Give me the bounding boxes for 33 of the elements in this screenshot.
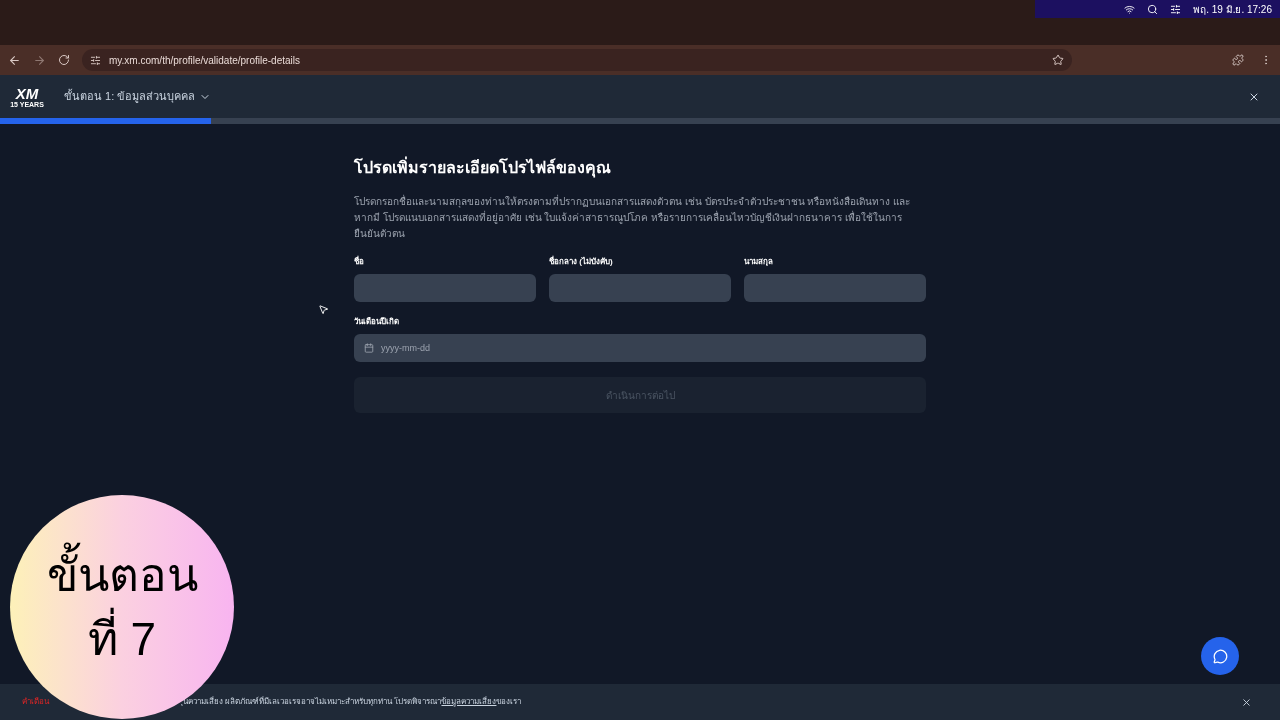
forward-icon[interactable] — [33, 53, 46, 67]
back-icon[interactable] — [8, 53, 21, 67]
risk-warning-text: ของเรา — [496, 697, 522, 706]
chat-icon — [1212, 648, 1228, 664]
field-label: วันเดือนปีเกิด — [354, 316, 400, 328]
chat-button[interactable] — [1201, 637, 1239, 675]
control-center-icon[interactable] — [1170, 3, 1182, 15]
date-field[interactable]: yyyy-mm-dd — [354, 334, 926, 362]
risk-info-link[interactable]: ข้อมูลความเสี่ยง — [441, 696, 497, 708]
reload-icon[interactable] — [58, 54, 70, 66]
input-field[interactable] — [744, 274, 926, 302]
search-icon[interactable] — [1147, 3, 1159, 15]
address-bar[interactable]: my.xm.com/th/profile/validate/profile-details — [82, 49, 1072, 71]
badge-text: ขั้นตอน — [46, 543, 198, 607]
form-description: โปรดกรอกชื่อและนามสกุลของท่านให้ตรงตามที่ปรากฏบนเอกสารแสดงตัวตน เช่น บัตรประจำตัวประชาชน หรือหนังสือเดินทาง และหากมี โปรดแนบเอกสารแสดงที่อยู่อาศัย เช่น ใบแจ้งค่าสาธารณูปโภค หรือรายการเคลื่อนไหวบัญชีเงินฝากธนาคาร เพื่อใช้ในการยืนยันตัวตน — [354, 194, 912, 241]
input-field[interactable] — [354, 274, 536, 302]
url-text: my.xm.com/th/profile/validate/profile-details — [109, 53, 301, 68]
close-icon[interactable] — [1241, 696, 1252, 708]
logo-text: XM — [15, 85, 39, 101]
mouse-cursor-icon — [318, 304, 329, 315]
wifi-icon[interactable] — [1124, 3, 1136, 15]
field-label: ชื่อกลาง (ไม่บังคับ) — [549, 256, 614, 268]
site-settings-icon[interactable] — [90, 54, 101, 66]
badge-text: ที่ 7 — [87, 607, 157, 671]
field-label: ชื่อ — [354, 256, 365, 268]
calendar-icon — [364, 343, 374, 353]
extensions-icon[interactable] — [1232, 54, 1244, 66]
menu-bar-clock: พฤ. 19 มิ.ย. 17:26 — [1193, 2, 1272, 17]
form-title: โปรดเพิ่มรายละเอียดโปรไฟล์ของคุณ — [354, 156, 926, 180]
step-dropdown[interactable]: ขั้นตอน 1: ข้อมูลส่วนบุคคล — [64, 88, 212, 105]
bookmark-star-icon[interactable] — [1052, 54, 1064, 66]
input-field[interactable] — [549, 274, 731, 302]
field-label: นามสกุล — [744, 256, 774, 268]
